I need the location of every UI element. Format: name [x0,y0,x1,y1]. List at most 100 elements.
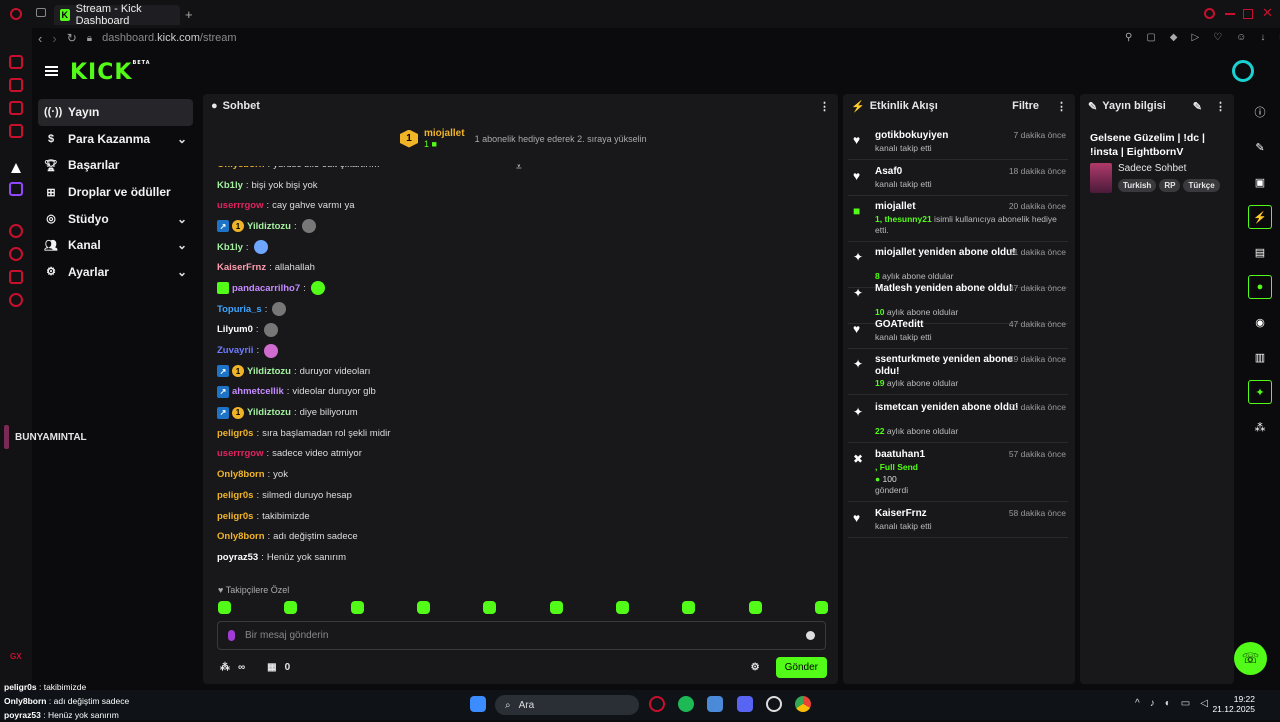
info-icon[interactable]: ⓘ [1248,100,1272,124]
profile-icon[interactable]: ☺ [1236,32,1246,43]
broadcast-tool-icon[interactable]: ◉ [1248,310,1272,334]
subscriber-badge-icon[interactable]: 1 [232,365,244,378]
settings-icon[interactable] [9,293,23,307]
heart-icon[interactable]: ♡ [1213,32,1222,43]
twitch-icon[interactable] [9,182,23,196]
support-icon[interactable]: ☏ [1234,642,1267,675]
chevron-down-icon[interactable]: ⌄ [177,132,187,146]
spotify-icon[interactable] [678,696,694,712]
vip-badge-icon[interactable]: ↗ [217,385,229,398]
subscriber-badge-icon[interactable]: 1 [232,220,244,233]
chat-username[interactable]: Yildiztozu [247,407,291,418]
play-icon[interactable]: ▷ [1191,32,1199,43]
user-avatar[interactable] [1232,60,1254,82]
chat-username[interactable]: userrrgow [217,200,263,211]
forward-icon[interactable]: › [52,31,56,46]
pencil-icon[interactable]: ✎ [1248,135,1272,159]
chat-username[interactable]: peligr0s [217,490,253,501]
filter-button[interactable]: Filtre [1012,100,1039,112]
emote-icon[interactable] [549,601,563,614]
subscriber-badge-icon[interactable]: 1 [232,406,244,419]
event-title[interactable]: KaiserFrnz [875,508,1020,520]
chat-username[interactable]: peligr0s [217,428,253,439]
gift-badge-icon[interactable] [217,282,229,295]
printer-icon[interactable]: ▥ [1248,345,1272,369]
chat-username[interactable]: ahmetcellik [232,386,284,397]
emote-icon[interactable] [748,601,762,614]
emoji-icon[interactable] [806,631,815,640]
opera-logo-icon[interactable] [10,8,22,20]
nav-item-5[interactable]: 👥︎ Kanal ⌄ [38,232,193,259]
reload-icon[interactable]: ↻ [67,31,77,45]
minimize-icon[interactable] [1225,13,1235,15]
download-icon[interactable]: ↓ [1260,32,1265,43]
emote-icon[interactable] [416,601,430,614]
display-icon[interactable]: ▭ [1181,698,1190,709]
category-name[interactable]: Sadece Sohbet [1118,163,1220,174]
chat-username[interactable]: Only8born [217,166,265,170]
snapshot-icon[interactable]: ▢ [1146,32,1155,43]
kick-logo[interactable]: KICKBETA [70,60,151,85]
chat-username[interactable]: Lilyum0 [217,324,253,335]
discord-icon[interactable] [737,696,753,712]
sidebar-app-icon[interactable] [9,55,23,69]
lightning-tool-icon[interactable]: ⚡ [1248,205,1272,229]
feed-options-icon[interactable]: ⋮ [1056,100,1067,113]
chat-username[interactable]: poyraz53 [217,552,258,563]
shield-icon[interactable]: ◆ [1170,32,1178,43]
emote-icon[interactable] [615,601,629,614]
chevron-down-icon[interactable]: ⌄ [177,265,187,279]
network-icon[interactable]: ◐ [1165,698,1171,709]
chat-username[interactable]: Yildiztozu [247,366,291,377]
history-icon[interactable] [9,247,23,261]
event-title[interactable]: ssenturkmete yeniden abone oldu! [875,354,1020,378]
nav-item-3[interactable]: ⊞ Droplar ve ödüller [38,179,193,206]
microphone-icon[interactable] [228,630,235,641]
store-icon[interactable]: ▦ [267,662,276,673]
vip-badge-icon[interactable]: ↗ [217,406,229,419]
sidebar-app-icon[interactable] [9,101,23,115]
points-icon[interactable]: ⁂ [220,662,230,673]
wrench-tool-icon[interactable]: ✦ [1248,380,1272,404]
opera-gx-taskbar-icon[interactable] [649,696,665,712]
taskbar-clock[interactable]: 19:22 21.12.2025 [1205,694,1255,714]
chat-username[interactable]: Zuvayrii [217,345,253,356]
nav-item-1[interactable]: $ Para Kazanma ⌄ [38,126,193,153]
steam-icon[interactable] [766,696,782,712]
chat-username[interactable]: Only8born [217,531,265,542]
chat-username[interactable]: userrrgow [217,448,263,459]
sidebar-app-icon[interactable] [9,224,23,238]
emote-icon[interactable] [218,601,231,614]
leader-name[interactable]: miojallet [424,128,465,139]
stream-tag[interactable]: Türkçe [1183,179,1220,192]
chat-username[interactable]: Kb1ly [217,242,243,253]
maximize-icon[interactable] [1243,9,1253,19]
chat-username[interactable]: KaiserFrnz [217,262,266,273]
hamburger-menu-icon[interactable] [45,66,58,76]
event-title[interactable]: GOATeditt [875,319,1020,331]
points-tool-icon[interactable]: ⁂ [1248,415,1272,439]
event-title[interactable]: Matlesh yeniden abone oldu! [875,283,1020,295]
chevron-up-icon[interactable]: ^ [1135,698,1140,709]
chat-tool-icon[interactable]: ● [1248,275,1272,299]
close-window-icon[interactable]: ✕ [1262,5,1273,21]
document-icon[interactable]: ▤ [1248,240,1272,264]
emote-icon[interactable] [284,601,298,614]
nav-item-4[interactable]: ◎ Stüdyo ⌄ [38,205,193,232]
event-title[interactable]: miojallet yeniden abone oldu! [875,247,1020,259]
new-tab-icon[interactable]: + [185,7,193,22]
event-title[interactable]: Asaf0 [875,166,1020,178]
chat-input[interactable] [245,630,796,641]
send-button[interactable]: Gönder [775,656,827,678]
sidebar-app-icon[interactable] [9,270,23,284]
emote-icon[interactable] [682,601,696,614]
edit-icon[interactable]: ✎ [1193,100,1202,113]
event-title[interactable]: miojallet [875,201,1020,213]
chat-username[interactable]: Only8born [217,469,265,480]
info-options-icon[interactable]: ⋮ [1215,100,1226,113]
emote-icon[interactable] [483,601,497,614]
search-tabs-icon[interactable] [1204,8,1215,19]
tab-kick-dashboard[interactable]: K Stream - Kick Dashboard [54,3,180,27]
chevron-down-icon[interactable]: ⌄ [177,238,187,252]
nav-item-2[interactable]: 🏆︎ Başarılar [38,152,193,179]
